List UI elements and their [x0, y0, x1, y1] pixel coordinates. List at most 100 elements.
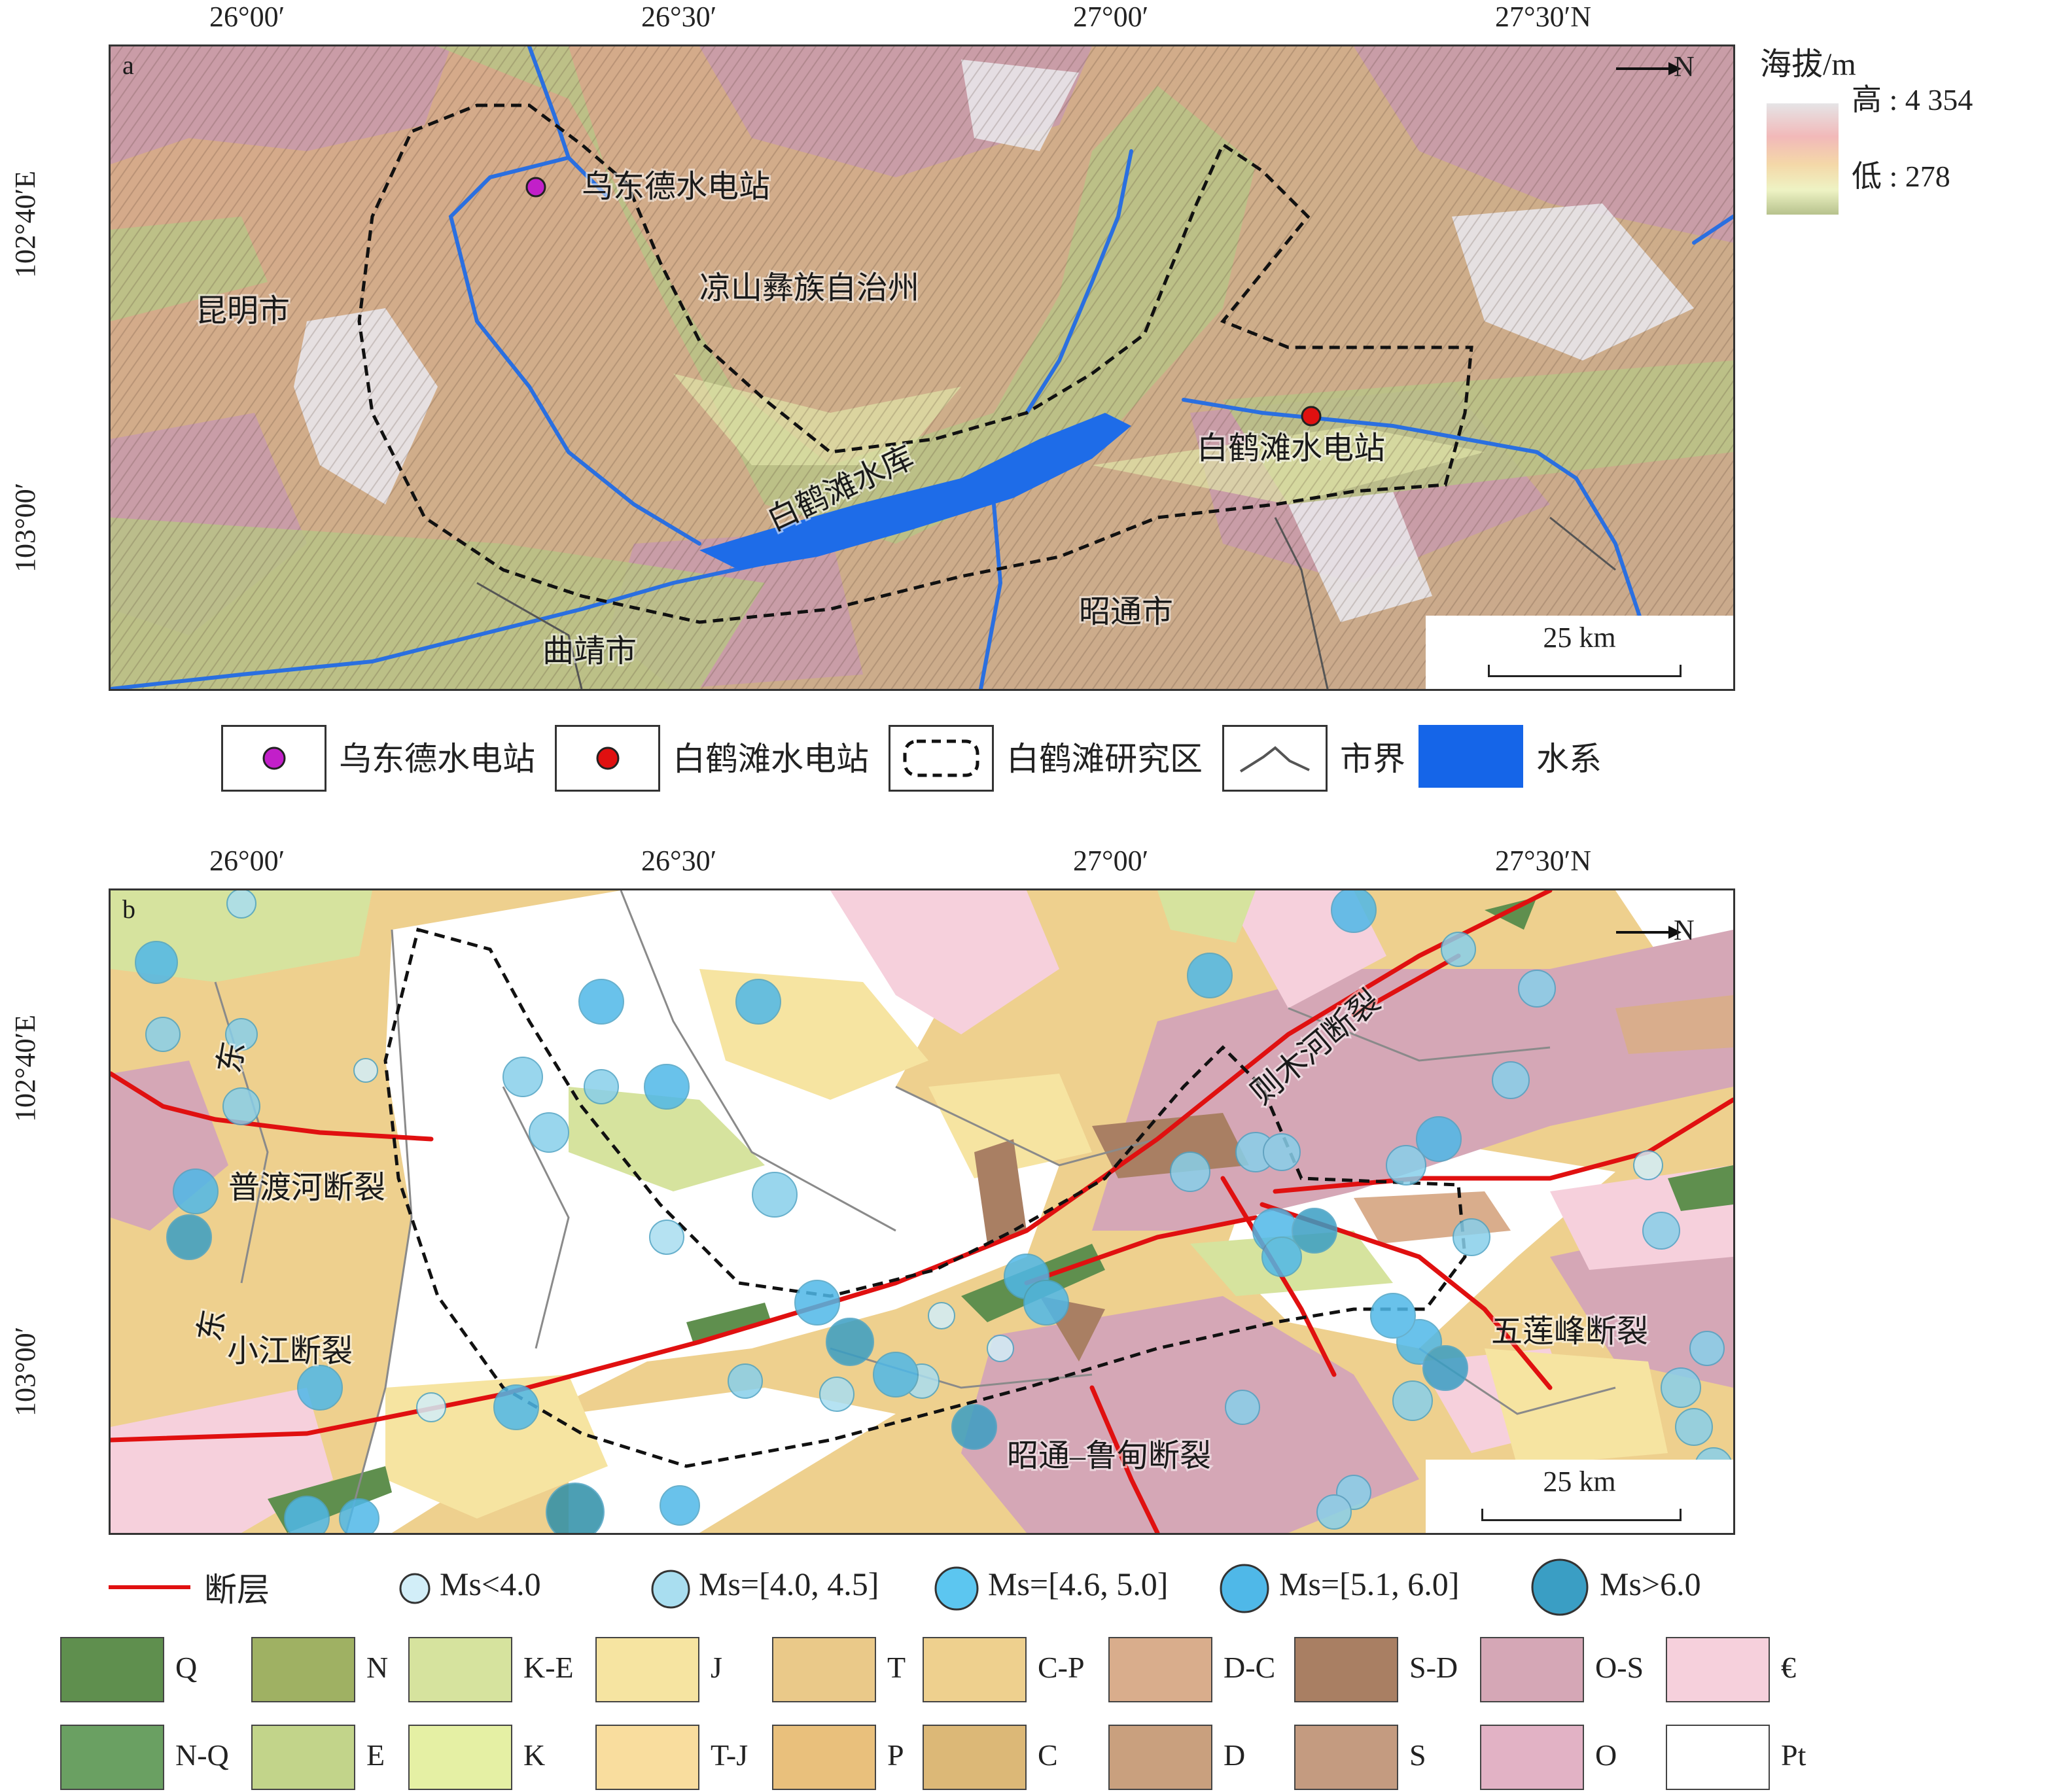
legend-unit-swatch-p	[772, 1725, 876, 1790]
legend-unit-label-n-q: N-Q	[175, 1738, 229, 1772]
legend-unit-swatch-o-s	[1480, 1637, 1584, 1702]
legend-unit-swatch-n-q	[60, 1725, 164, 1790]
legend-unit-label-k-e: K-E	[523, 1651, 574, 1684]
legend-boundary-icon	[1222, 725, 1328, 792]
legend-unit-label-t: T	[887, 1651, 906, 1684]
lon-label-b-102-40: 102°40′E	[9, 1014, 41, 1122]
legend-unit-swatch-q	[60, 1637, 164, 1702]
lat-label-b-26-30: 26°30′	[641, 845, 717, 877]
lat-label-b-27-00: 27°00′	[1073, 845, 1149, 877]
label-xiaojiang-east-2: 东	[192, 1307, 232, 1344]
legend-fault-label: 断层	[204, 1572, 270, 1608]
label-xiaojiang-east-1: 东	[212, 1039, 252, 1076]
wudongde-station-marker	[525, 177, 546, 198]
legend-unit-label-s: S	[1409, 1738, 1426, 1772]
label-liangshan: 凉山彝族自治州	[699, 271, 919, 306]
legend-baihetan-icon	[555, 725, 660, 792]
elevation-title: 海拔/m	[1760, 47, 1856, 82]
label-kunming: 昆明市	[196, 294, 290, 328]
legend-baihetan-label: 白鹤滩水电站	[673, 741, 869, 777]
legend-unit-swatch-k-e	[408, 1637, 512, 1702]
elevation-low: 低 : 278	[1852, 160, 1950, 193]
label-zhaotong-ludian-fault: 昭通–鲁甸断裂	[1007, 1439, 1211, 1473]
lon-label-b-103-00: 103°00′	[9, 1326, 41, 1416]
lat-label-27-30: 27°30′N	[1495, 1, 1591, 33]
north-label-b: N	[1674, 914, 1695, 946]
map-a: 乌东德水电站 凉山彝族自治州 昆明市 白鹤滩水库 白鹤滩水电站 昭通市 曲靖市 …	[109, 44, 1735, 691]
legend-eq-1-icon	[399, 1573, 431, 1604]
label-wulianfeng-fault: 五莲峰断裂	[1491, 1314, 1648, 1349]
legend-boundary-label: 市界	[1340, 741, 1405, 777]
legend-unit-label-q: Q	[175, 1651, 198, 1684]
legend-unit-label-d-c: D-C	[1224, 1651, 1276, 1684]
legend-eq-2-icon	[651, 1570, 690, 1609]
legend-eq-3-icon	[934, 1566, 979, 1611]
elevation-legend: 海拔/m 高 : 4 354 低 : 278	[1760, 38, 2048, 215]
legend-unit-swatch-d	[1108, 1725, 1212, 1790]
label-xiaojiang-fault: 小江断裂	[227, 1334, 353, 1369]
legend-eq-4-label: Ms=[5.1, 6.0]	[1279, 1566, 1460, 1602]
legend-unit-label-p: P	[887, 1738, 904, 1772]
label-wudongde: 乌东德水电站	[582, 169, 770, 204]
panel-b-label: b	[122, 894, 135, 924]
legend-eq-1-label: Ms<4.0	[440, 1566, 541, 1602]
map-a-terrain: 乌东德水电站 凉山彝族自治州 昆明市 白鹤滩水库 白鹤滩水电站 昭通市 曲靖市 …	[111, 46, 1733, 689]
legend-unit-label-c: C	[1038, 1738, 1058, 1772]
panel-a-label: a	[122, 50, 134, 80]
legend-eq-2-label: Ms=[4.0, 4.5]	[699, 1566, 879, 1602]
lat-label-b-26-00: 26°00′	[209, 845, 285, 877]
legend-unit-swatch-c	[923, 1725, 1027, 1790]
legend-unit-label-o-s: O-S	[1595, 1651, 1644, 1684]
legend-unit-label-c-p: C-P	[1038, 1651, 1085, 1684]
label-zhaotong: 昭通市	[1079, 595, 1173, 629]
legend-eq-5-icon	[1531, 1558, 1589, 1616]
legend-unit-swatch-k	[408, 1725, 512, 1790]
legend-eq-3-label: Ms=[4.6, 5.0]	[988, 1566, 1169, 1602]
legend-wudongde-label: 乌东德水电站	[339, 741, 535, 777]
map-b: 则木河断裂 普渡河断裂 小江断裂 东 东 五莲峰断裂 昭通–鲁甸断裂 b 25 …	[109, 888, 1735, 1535]
lon-label-102-40: 102°40′E	[9, 170, 41, 278]
baihetan-station-marker	[1301, 406, 1322, 427]
label-pudu-fault: 普渡河断裂	[228, 1170, 385, 1205]
lat-label-b-27-30: 27°30′N	[1495, 845, 1591, 877]
legend-eq-4-icon	[1220, 1564, 1269, 1613]
legend-unit-swatch-o	[1480, 1725, 1584, 1790]
map-b-scale-bar: 25 km	[1426, 1460, 1733, 1533]
lat-label-26-30: 26°30′	[641, 1, 717, 33]
legend-wudongde-icon	[221, 725, 326, 792]
legend-unit-swatch-d-c	[1108, 1637, 1212, 1702]
legend-study-area-label: 白鹤滩研究区	[1006, 741, 1203, 777]
legend-unit-label-€: €	[1781, 1651, 1796, 1684]
legend-unit-swatch-pt	[1666, 1725, 1770, 1790]
legend-water-icon	[1418, 725, 1523, 788]
legend-fault-line-icon	[109, 1585, 190, 1589]
scale-b-label: 25 km	[1543, 1466, 1616, 1498]
legend-unit-swatch-n	[251, 1637, 355, 1702]
map-b-geology: 则木河断裂 普渡河断裂 小江断裂 东 东 五莲峰断裂 昭通–鲁甸断裂 b	[111, 890, 1733, 1533]
scale-a-label: 25 km	[1543, 622, 1616, 654]
label-baihetan: 白鹤滩水电站	[1197, 431, 1385, 466]
legend-unit-label-j: J	[711, 1651, 722, 1684]
north-arrow-b: N	[1616, 914, 1695, 949]
legend-unit-swatch-t-j	[595, 1725, 699, 1790]
legend-unit-swatch-j	[595, 1637, 699, 1702]
legend-eq-5-label: Ms>6.0	[1600, 1566, 1701, 1602]
north-arrow-a: N	[1616, 50, 1695, 85]
lon-label-103-00: 103°00′	[9, 482, 41, 572]
legend-unit-label-s-d: S-D	[1409, 1651, 1458, 1684]
legend-unit-label-pt: Pt	[1781, 1738, 1806, 1772]
legend-unit-swatch-e	[251, 1725, 355, 1790]
legend-unit-label-d: D	[1224, 1738, 1246, 1772]
legend-unit-swatch-s	[1294, 1725, 1398, 1790]
north-label-a: N	[1674, 50, 1695, 82]
legend-unit-swatch-t	[772, 1637, 876, 1702]
scale-b-bar	[1481, 1509, 1682, 1521]
legend-unit-label-k: K	[523, 1738, 546, 1772]
lat-label-27-00: 27°00′	[1073, 1, 1149, 33]
legend-unit-swatch-c-p	[923, 1637, 1027, 1702]
legend-unit-label-t-j: T-J	[711, 1738, 749, 1772]
label-qujing: 曲靖市	[542, 634, 637, 669]
legend-unit-swatch-s-d	[1294, 1637, 1398, 1702]
legend-unit-swatch-€	[1666, 1637, 1770, 1702]
map-a-scale-bar: 25 km	[1426, 616, 1733, 689]
